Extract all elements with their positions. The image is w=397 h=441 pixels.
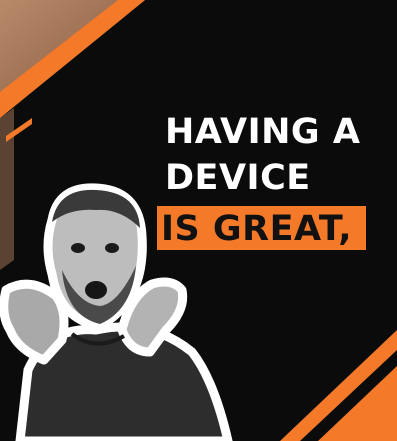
person-right-eye — [105, 243, 119, 253]
person-left-eye — [71, 243, 85, 253]
headline-line-3-highlight: IS GREAT, — [157, 206, 367, 250]
headline-line-1: HAVING A — [165, 112, 361, 152]
person-open-mouth — [85, 281, 107, 299]
headline: HAVING A DEVICE IS GREAT, — [157, 112, 367, 250]
headline-line-2: DEVICE — [165, 158, 311, 198]
ad-banner: HAVING A DEVICE IS GREAT, — [0, 0, 397, 441]
